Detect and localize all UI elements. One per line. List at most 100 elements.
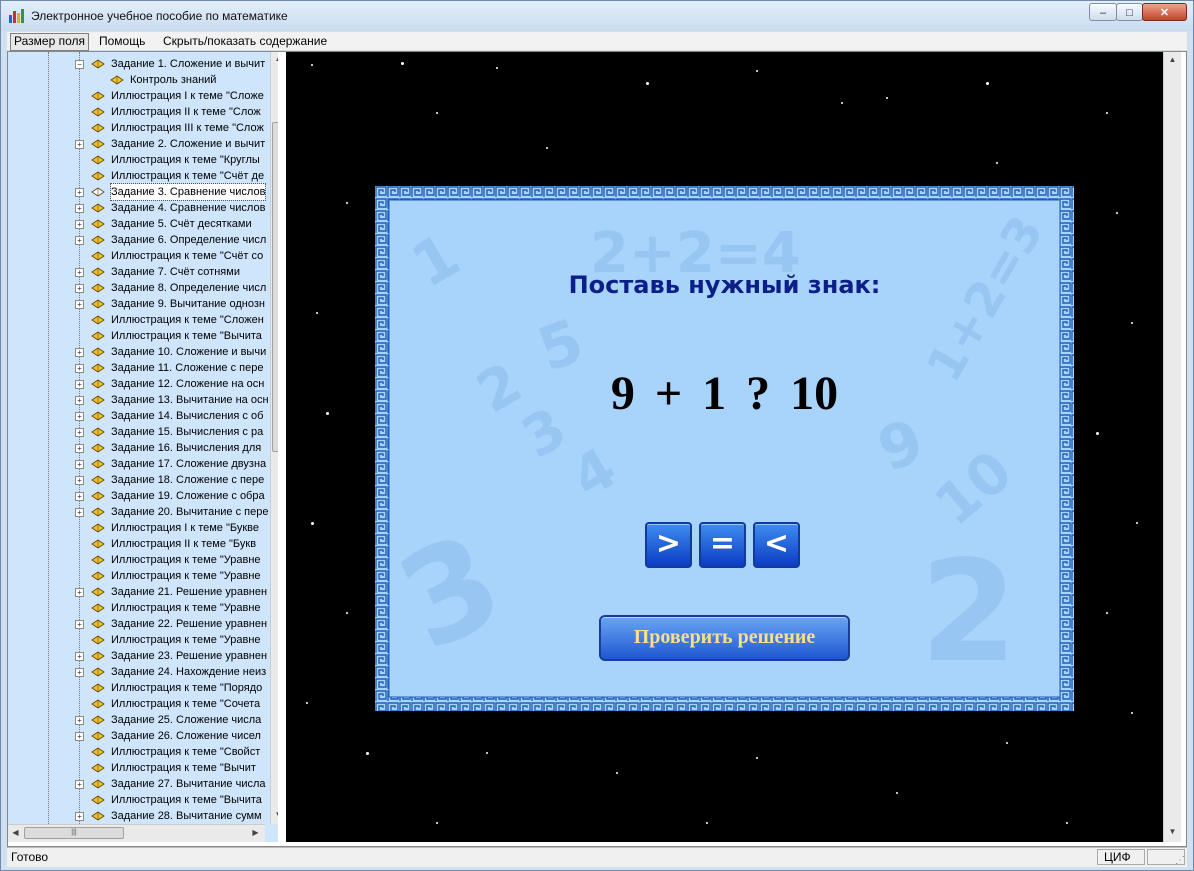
tree-item[interactable]: Иллюстрация к теме "Порядо [8, 680, 270, 696]
expand-icon[interactable]: + [75, 812, 84, 821]
tree-item[interactable]: + Задание 20. Вычитание с пере [8, 504, 270, 520]
menu-toggle-contents[interactable]: Скрыть/показать содержание [160, 33, 330, 49]
menu-field-size[interactable]: Размер поля [10, 33, 89, 51]
tree-hscroll-thumb[interactable]: ||| [24, 827, 124, 839]
tree-item[interactable]: Иллюстрация II к теме "Букв [8, 536, 270, 552]
tree-scroll-thumb[interactable] [272, 122, 278, 452]
tree-item[interactable]: + Задание 21. Решение уравнен [8, 584, 270, 600]
tree-item[interactable]: Иллюстрация к теме "Круглы [8, 152, 270, 168]
menu-help[interactable]: Помощь [96, 33, 148, 49]
tree-item[interactable]: Иллюстрация II к теме "Слож [8, 104, 270, 120]
scroll-down-arrow-icon[interactable]: ▼ [1165, 827, 1180, 836]
resize-grip-icon[interactable]: ⋰ [1175, 855, 1185, 866]
expand-icon[interactable]: + [75, 236, 84, 245]
expand-icon[interactable]: + [75, 732, 84, 741]
tree-item-label: Иллюстрация III к теме "Слож [111, 122, 264, 134]
tree-item[interactable]: Иллюстрация к теме "Уравне [8, 552, 270, 568]
tree-horizontal-scrollbar[interactable]: ◀ ||| ▶ [8, 824, 265, 842]
tree-item[interactable]: + Задание 27. Вычитание числа [8, 776, 270, 792]
tree-item[interactable]: + Задание 3. Сравнение числов [8, 183, 270, 201]
expand-icon[interactable]: + [75, 300, 84, 309]
tree-item[interactable]: Иллюстрация I к теме "Букве [8, 520, 270, 536]
tree-item[interactable]: + Задание 23. Решение уравнен [8, 648, 270, 664]
scroll-down-arrow-icon[interactable]: ▼ [271, 810, 278, 819]
expand-icon[interactable]: + [75, 364, 84, 373]
tree-item[interactable]: + Задание 18. Сложение с пере [8, 472, 270, 488]
tree-item[interactable]: + Задание 4. Сравнение числов [8, 200, 270, 216]
tree-item[interactable]: + Задание 26. Сложение чисел [8, 728, 270, 744]
tree-item[interactable]: Иллюстрация III к теме "Слож [8, 120, 270, 136]
greater-than-button[interactable]: > [645, 522, 692, 568]
expand-icon[interactable]: + [75, 268, 84, 277]
scroll-up-arrow-icon[interactable]: ▲ [1165, 55, 1180, 64]
tree-item[interactable]: + Задание 15. Вычисления с ра [8, 424, 270, 440]
tree-item[interactable]: + Задание 19. Сложение с обра [8, 488, 270, 504]
tree-item[interactable]: − Задание 1. Сложение и вычит [8, 56, 270, 72]
tree-item[interactable]: Иллюстрация к теме "Счёт де [8, 168, 270, 184]
expand-icon[interactable]: + [75, 716, 84, 725]
tree-item[interactable]: Иллюстрация к теме "Уравне [8, 568, 270, 584]
scroll-up-arrow-icon[interactable]: ▲ [271, 54, 278, 63]
tree-item[interactable]: Иллюстрация к теме "Вычита [8, 792, 270, 808]
tree-item[interactable]: Иллюстрация к теме "Сочета [8, 696, 270, 712]
expand-icon[interactable]: + [75, 444, 84, 453]
tree-item[interactable]: + Задание 10. Сложение и вычи [8, 344, 270, 360]
expand-icon[interactable]: + [75, 220, 84, 229]
expand-icon[interactable]: + [75, 588, 84, 597]
expand-icon[interactable]: + [75, 492, 84, 501]
expand-icon[interactable]: + [75, 348, 84, 357]
tree-item[interactable]: + Задание 7. Счёт сотнями [8, 264, 270, 280]
expand-icon[interactable]: + [75, 780, 84, 789]
tree-item[interactable]: + Задание 16. Вычисления для [8, 440, 270, 456]
scroll-right-arrow-icon[interactable]: ▶ [248, 828, 263, 837]
tree-item[interactable]: + Задание 17. Сложение двузна [8, 456, 270, 472]
tree-item[interactable]: Контроль знаний [8, 72, 270, 88]
tree-item[interactable]: + Задание 11. Сложение с пере [8, 360, 270, 376]
expand-icon[interactable]: + [75, 380, 84, 389]
expand-icon[interactable]: + [75, 140, 84, 149]
collapse-icon[interactable]: − [75, 60, 84, 69]
expand-icon[interactable]: + [75, 412, 84, 421]
tree-item[interactable]: + Задание 12. Сложение на осн [8, 376, 270, 392]
expand-icon[interactable]: + [75, 652, 84, 661]
expand-icon[interactable]: + [75, 476, 84, 485]
tree-item[interactable]: Иллюстрация к теме "Сложен [8, 312, 270, 328]
tree-item[interactable]: Иллюстрация к теме "Уравне [8, 600, 270, 616]
tree-item[interactable]: Иллюстрация к теме "Вычит [8, 760, 270, 776]
expand-icon[interactable]: + [75, 460, 84, 469]
tree-item[interactable]: Иллюстрация к теме "Вычита [8, 328, 270, 344]
expand-icon[interactable]: + [75, 284, 84, 293]
check-solution-button[interactable]: Проверить решение [599, 615, 850, 661]
content-vertical-scrollbar[interactable]: ▲ ▼ [1163, 52, 1181, 842]
tree-item[interactable]: + Задание 22. Решение уравнен [8, 616, 270, 632]
expand-icon[interactable]: + [75, 668, 84, 677]
tree-item[interactable]: + Задание 13. Вычитание на осн [8, 392, 270, 408]
tree-item[interactable]: Иллюстрация I к теме "Сложе [8, 88, 270, 104]
expand-icon[interactable]: + [75, 620, 84, 629]
tree-item[interactable]: + Задание 9. Вычитание однозн [8, 296, 270, 312]
close-button[interactable]: ✕ [1142, 3, 1187, 21]
tree-item[interactable]: + Задание 8. Определение числ [8, 280, 270, 296]
tree-item[interactable]: + Задание 25. Сложение числа [8, 712, 270, 728]
tree-item[interactable]: + Задание 14. Вычисления с об [8, 408, 270, 424]
tree-item[interactable]: Иллюстрация к теме "Счёт со [8, 248, 270, 264]
equals-button[interactable]: = [699, 522, 746, 568]
expand-icon[interactable]: + [75, 396, 84, 405]
expand-icon[interactable]: + [75, 188, 84, 197]
tree-vertical-scrollbar[interactable]: ▲ ▼ [270, 52, 278, 824]
tree-item-label: Задание 17. Сложение двузна [111, 458, 267, 470]
expand-icon[interactable]: + [75, 204, 84, 213]
less-than-button[interactable]: < [753, 522, 800, 568]
scroll-left-arrow-icon[interactable]: ◀ [8, 828, 23, 837]
tree-item[interactable]: Иллюстрация к теме "Уравне [8, 632, 270, 648]
maximize-button[interactable]: □ [1116, 3, 1143, 21]
tree-item[interactable]: Иллюстрация к теме "Свойст [8, 744, 270, 760]
expand-icon[interactable]: + [75, 508, 84, 517]
tree-item[interactable]: + Задание 2. Сложение и вычит [8, 136, 270, 152]
tree-item[interactable]: + Задание 28. Вычитание сумм [8, 808, 270, 824]
tree-item[interactable]: + Задание 5. Счёт десятками [8, 216, 270, 232]
tree-item[interactable]: + Задание 6. Определение числ [8, 232, 270, 248]
minimize-button[interactable]: – [1089, 3, 1117, 21]
tree-item[interactable]: + Задание 24. Нахождение неиз [8, 664, 270, 680]
expand-icon[interactable]: + [75, 428, 84, 437]
